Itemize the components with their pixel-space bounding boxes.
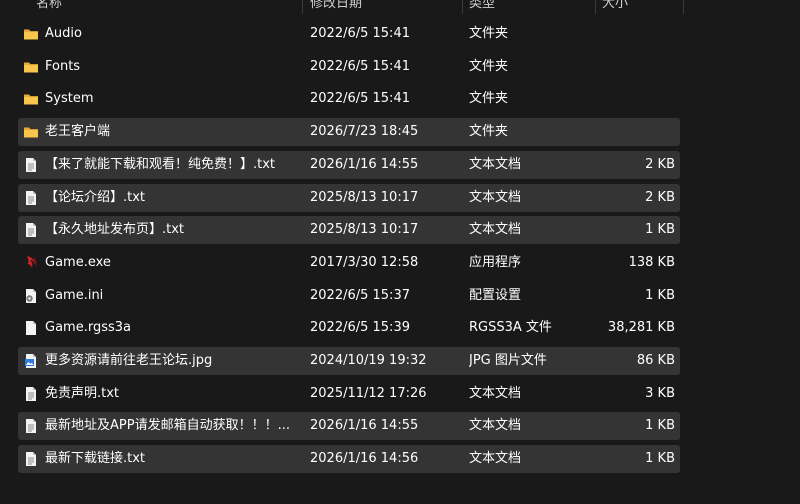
file-date: 2025/11/12 17:26: [310, 385, 427, 401]
image-file-icon: [23, 353, 39, 369]
file-row[interactable]: System 2022/6/5 15:41 文件夹: [18, 85, 680, 113]
game-exe-icon: [23, 255, 39, 271]
file-size: 2 KB: [645, 156, 675, 172]
file-name: Audio: [45, 26, 82, 41]
file-date: 2022/6/5 15:37: [310, 287, 410, 303]
folder-icon: [23, 59, 39, 75]
file-type: 应用程序: [469, 254, 522, 270]
file-name: Fonts: [45, 58, 81, 74]
text-file-icon: [23, 418, 39, 434]
file-date: 2026/1/16 14:55: [310, 156, 419, 172]
column-divider[interactable]: [302, 0, 303, 14]
settings-file-icon: [23, 288, 39, 304]
file-type: JPG 图片文件: [469, 353, 547, 368]
file-row[interactable]: Game.ini 2022/6/5 15:37 配置设置 1 KB: [18, 282, 680, 310]
folder-icon: [23, 91, 39, 107]
file-type: 文本文档: [469, 222, 522, 238]
file-row[interactable]: 免责声明.txt 2025/11/12 17:26 文本文档 3 KB: [18, 380, 680, 408]
file-size: [578, 20, 675, 48]
file-name: System: [45, 91, 94, 107]
file-size: 1 KB: [645, 222, 675, 238]
file-name: 【论坛介绍】.txt: [45, 189, 146, 205]
file-row[interactable]: 老王客户端 2026/7/23 18:45 文件夹: [18, 118, 680, 147]
column-divider[interactable]: [683, 0, 684, 14]
file-name: 最新下载链接.txt: [45, 451, 146, 467]
file-type: 文本文档: [469, 156, 522, 172]
file-row[interactable]: 更多资源请前往老王论坛.jpg 2024/10/19 19:32 JPG 图片文件 8…: [18, 347, 680, 375]
column-header-type[interactable]: 类型: [469, 0, 495, 14]
file-date: 2026/1/16 14:55: [310, 418, 419, 434]
file-row[interactable]: 最新地址及APP请发邮箱自动获取！！！... 2026/1/16 14:55 文本文…: [18, 412, 680, 441]
file-type: 文件夹: [469, 124, 509, 140]
file-type: RGSS3A 文件: [469, 320, 552, 336]
file-date: 2022/6/5 15:41: [310, 26, 410, 41]
column-divider[interactable]: [462, 0, 463, 14]
column-header-name[interactable]: 名称: [36, 0, 62, 14]
file-row[interactable]: 【论坛介绍】.txt 2025/8/13 10:17 文本文档 2 KB: [18, 183, 680, 212]
file-date: 2025/8/13 10:17: [310, 222, 419, 238]
file-row[interactable]: 最新下载链接.txt 2026/1/16 14:56 文本文档 1 KB: [18, 445, 680, 474]
file-date: 2024/10/19 19:32: [310, 353, 427, 368]
file-row[interactable]: Game.exe 2017/3/30 12:58 应用程序 138 KB: [18, 249, 680, 277]
folder-icon: [23, 26, 39, 42]
file-name: 【永久地址发布页】.txt: [45, 222, 185, 238]
file-size: [578, 118, 675, 146]
file-name: Game.rgss3a: [45, 320, 131, 336]
text-file-icon: [23, 190, 39, 206]
file-row[interactable]: Audio 2022/6/5 15:41 文件夹: [18, 20, 680, 48]
file-date: 2017/3/30 12:58: [310, 254, 419, 270]
folder-icon: [23, 124, 39, 140]
text-file-icon: [23, 157, 39, 173]
file-size: 138 KB: [628, 254, 675, 270]
text-file-icon: [23, 222, 39, 238]
file-type: 文本文档: [469, 385, 522, 401]
file-row[interactable]: Game.rgss3a 2022/6/5 15:39 RGSS3A 文件 38,281…: [18, 314, 680, 342]
column-divider[interactable]: [595, 0, 596, 14]
file-size: [578, 53, 675, 81]
file-name: 老王客户端: [45, 124, 111, 140]
file-date: 2022/6/5 15:39: [310, 320, 410, 336]
file-type: 文件夹: [469, 91, 509, 107]
file-name: Game.exe: [45, 254, 111, 270]
file-type: 文本文档: [469, 418, 522, 434]
file-row[interactable]: 【永久地址发布页】.txt 2025/8/13 10:17 文本文档 1 KB: [18, 216, 680, 245]
file-type: 文件夹: [469, 26, 509, 41]
file-name: 最新地址及APP请发邮箱自动获取！！！...: [45, 418, 290, 434]
file-size: 3 KB: [645, 385, 675, 401]
file-size: 86 KB: [636, 353, 675, 368]
column-header-date[interactable]: 修改日期: [310, 0, 362, 14]
file-date: 2026/7/23 18:45: [310, 124, 419, 140]
file-name: 【来了就能下载和观看！纯免费！】.txt: [45, 156, 276, 172]
file-size: 1 KB: [645, 418, 675, 434]
file-date: 2022/6/5 15:41: [310, 58, 410, 74]
file-size: 2 KB: [645, 189, 675, 205]
file-type: 文本文档: [469, 451, 522, 467]
file-date: 2025/8/13 10:17: [310, 189, 419, 205]
blank-file-icon: [23, 320, 39, 336]
file-type: 文本文档: [469, 189, 522, 205]
file-type: 文件夹: [469, 58, 509, 74]
file-name: 更多资源请前往老王论坛.jpg: [45, 353, 213, 368]
file-date: 2022/6/5 15:41: [310, 91, 410, 107]
file-size: 1 KB: [645, 287, 675, 303]
file-size: [578, 85, 675, 113]
column-header-size[interactable]: 大小: [602, 0, 628, 14]
file-name: Game.ini: [45, 287, 104, 303]
text-file-icon: [23, 386, 39, 402]
column-header: 名称 修改日期 类型 大小: [0, 0, 800, 14]
file-row[interactable]: Fonts 2022/6/5 15:41 文件夹: [18, 53, 680, 81]
text-file-icon: [23, 451, 39, 467]
file-size: 38,281 KB: [607, 320, 675, 336]
file-name: 免责声明.txt: [45, 385, 120, 401]
file-row[interactable]: 【来了就能下载和观看！纯免费！】.txt 2026/1/16 14:55 文本文档 2…: [18, 150, 680, 179]
file-type: 配置设置: [469, 287, 522, 303]
file-date: 2026/1/16 14:56: [310, 451, 419, 467]
file-size: 1 KB: [645, 451, 675, 467]
